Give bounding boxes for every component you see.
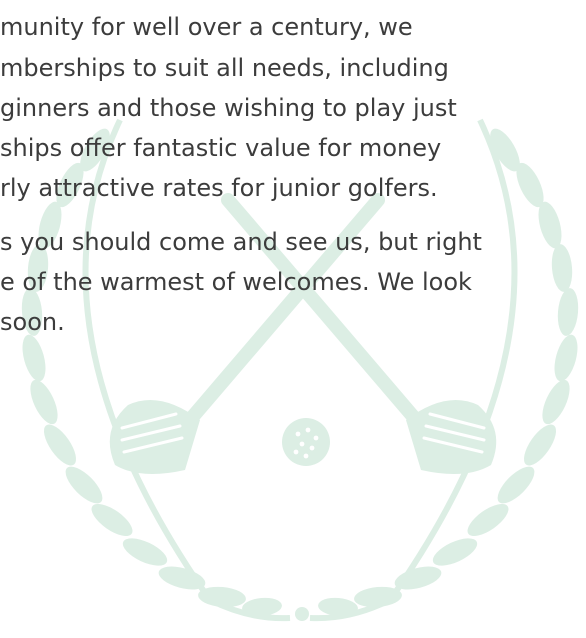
paragraph-1-line-3: ginners and those wishing to play just [0,94,457,122]
paragraph-1-line-2: mberships to suit all needs, including [0,54,449,82]
paragraph-1-line-4: ships offer fantastic value for money [0,134,442,162]
paragraph-1-line-1: munity for well over a century, we [0,13,413,41]
paragraph-2-line-1: s you should come and see us, but right [0,228,482,256]
page: munity for well over a century, we mbers… [0,0,586,638]
paragraph-2-line-2: e of the warmest of welcomes. We look [0,268,472,296]
paragraph-1-line-5: rly attractive rates for junior golfers. [0,174,438,202]
intro-text: munity for well over a century, we mbers… [0,0,586,638]
paragraph-2-line-3: soon. [0,308,65,336]
